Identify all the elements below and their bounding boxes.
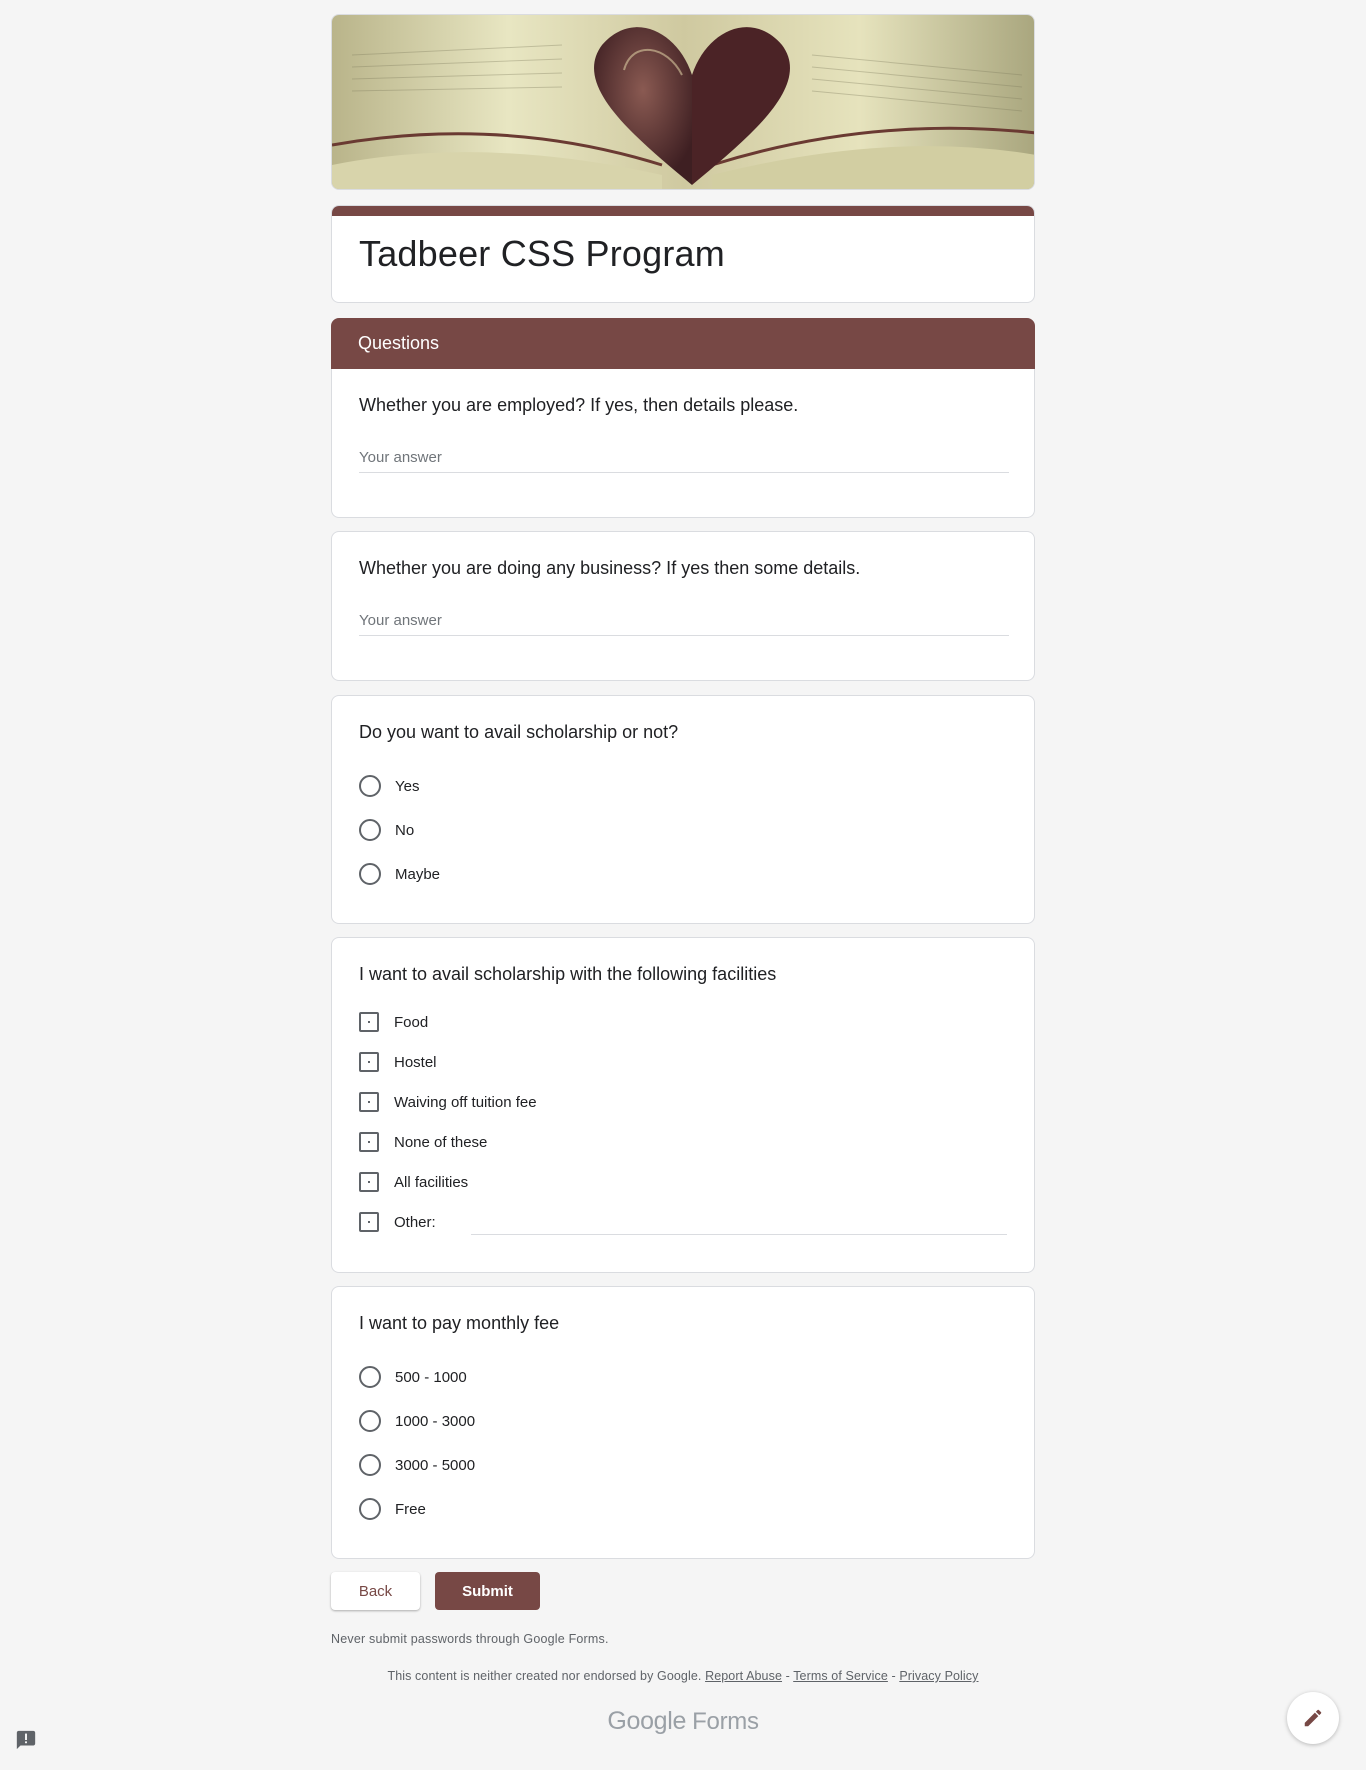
checkbox[interactable] [359,1052,379,1072]
checkbox[interactable] [359,1132,379,1152]
separator: - [782,1669,794,1683]
question-card-employment: Whether you are employed? If yes, then d… [331,369,1035,518]
question-card-business: Whether you are doing any business? If y… [331,531,1035,681]
option-label: Maybe [395,865,441,883]
answer-input-business[interactable] [359,610,1009,636]
logo-forms: Forms [692,1708,759,1735]
password-warning: Never submit passwords through Google Fo… [331,1632,609,1646]
header-banner-image [331,14,1035,190]
radio-group-monthly-fee: 500 - 1000 1000 - 3000 3000 - 5000 Free [359,1355,1007,1531]
answer-input-employment[interactable] [359,447,1009,473]
question-title: I want to avail scholarship with the fol… [359,964,777,984]
section-title: Questions [358,333,440,353]
question-card-facilities: I want to avail scholarship with the fol… [331,937,1035,1273]
option-label: Other: [394,1213,436,1231]
edit-button[interactable] [1287,1692,1339,1744]
checkbox-option-none[interactable]: None of these [359,1122,1007,1162]
checkbox[interactable] [359,1092,379,1112]
radio-circle[interactable] [359,1454,381,1476]
submit-button[interactable]: Submit [435,1572,540,1610]
disclaimer-text: This content is neither created nor endo… [387,1669,702,1683]
question-title: Whether you are doing any business? If y… [359,558,861,578]
separator: - [887,1669,900,1683]
checkbox-option-other[interactable]: Other: [359,1202,1007,1242]
option-label: None of these [394,1133,488,1151]
option-label: All facilities [394,1173,469,1191]
option-label: Hostel [394,1053,437,1071]
option-label: Free [395,1500,426,1518]
radio-option-yes[interactable]: Yes [359,764,1007,808]
checkbox[interactable] [359,1172,379,1192]
form-title-card: Tadbeer CSS Program [331,205,1035,303]
radio-circle[interactable] [359,775,381,797]
option-label: 1000 - 3000 [395,1412,476,1430]
form-navigation: Back Submit [331,1572,1035,1610]
option-label: No [395,821,415,839]
footer: This content is neither created nor endo… [331,1669,1035,1683]
checkbox-option-all[interactable]: All facilities [359,1162,1007,1202]
other-text-input[interactable] [470,1209,1007,1235]
form-title: Tadbeer CSS Program [359,233,725,274]
option-label: 3000 - 5000 [395,1456,476,1474]
checkbox-option-food[interactable]: Food [359,1002,1007,1042]
radio-option-3000-5000[interactable]: 3000 - 5000 [359,1443,1007,1487]
checkbox-option-hostel[interactable]: Hostel [359,1042,1007,1082]
radio-option-no[interactable]: No [359,808,1007,852]
form-container: Tadbeer CSS Program Questions Whether yo… [331,14,1035,1736]
section-header: Questions [331,318,1035,369]
radio-circle[interactable] [359,819,381,841]
question-title: Whether you are employed? If yes, then d… [359,395,799,415]
question-title: I want to pay monthly fee [359,1313,560,1333]
checkbox[interactable] [359,1212,379,1232]
pencil-icon [1304,1709,1322,1727]
report-abuse-link[interactable]: Report Abuse [705,1669,782,1683]
privacy-link[interactable]: Privacy Policy [899,1669,978,1683]
title-accent-bar [332,206,1034,216]
radio-group-scholarship: Yes No Maybe [359,764,1007,896]
option-label: 500 - 1000 [395,1368,467,1386]
radio-circle[interactable] [359,863,381,885]
back-button[interactable]: Back [331,1572,420,1610]
checkbox-group-facilities: Food Hostel Waiving off tuition fee None… [359,1002,1007,1242]
question-card-monthly-fee: I want to pay monthly fee 500 - 1000 100… [331,1286,1035,1559]
option-label: Yes [395,777,420,795]
radio-circle[interactable] [359,1498,381,1520]
radio-option-500-1000[interactable]: 500 - 1000 [359,1355,1007,1399]
google-forms-logo[interactable]: Google Forms [331,1707,1035,1736]
radio-circle[interactable] [359,1366,381,1388]
logo-google: Google [607,1707,687,1735]
radio-option-1000-3000[interactable]: 1000 - 3000 [359,1399,1007,1443]
report-problem-icon[interactable] [15,1729,37,1751]
terms-link[interactable]: Terms of Service [793,1669,888,1683]
radio-option-free[interactable]: Free [359,1487,1007,1531]
option-label: Waiving off tuition fee [394,1093,537,1111]
question-card-scholarship: Do you want to avail scholarship or not?… [331,695,1035,924]
question-title: Do you want to avail scholarship or not? [359,722,679,742]
checkbox[interactable] [359,1012,379,1032]
checkbox-option-tuition[interactable]: Waiving off tuition fee [359,1082,1007,1122]
radio-circle[interactable] [359,1410,381,1432]
radio-option-maybe[interactable]: Maybe [359,852,1007,896]
option-label: Food [394,1013,429,1031]
